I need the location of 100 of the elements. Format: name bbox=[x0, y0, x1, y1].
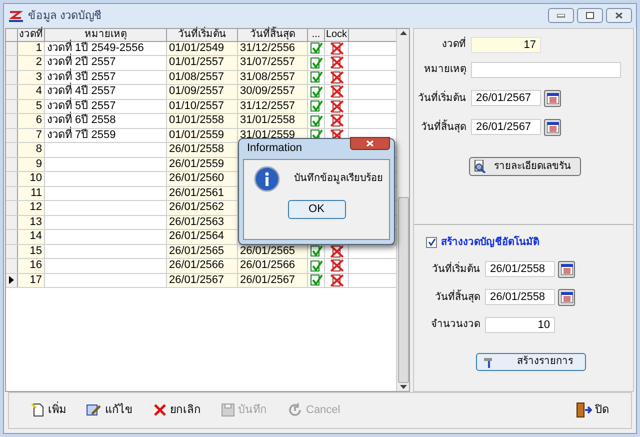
field-label: จำนวนงวด bbox=[430, 318, 480, 332]
table-cell: 17 bbox=[18, 274, 45, 288]
table-cell: 26/01/2565 bbox=[167, 244, 238, 258]
table-cell: 3 bbox=[18, 70, 45, 84]
table-cell: 26/01/2564 bbox=[167, 230, 238, 244]
table-cell: 26/01/2559 bbox=[167, 158, 238, 172]
number-field[interactable]: 17 bbox=[471, 36, 541, 53]
edit-icon bbox=[86, 403, 102, 418]
table-cell: 11 bbox=[18, 186, 45, 200]
toolbar-button[interactable]: แก้ไข bbox=[86, 402, 133, 419]
column-header[interactable]: วันที่สิ้นสุด bbox=[238, 28, 308, 41]
vertical-scrollbar[interactable] bbox=[396, 28, 409, 391]
table-cell: 5 bbox=[18, 100, 45, 114]
cross-icon bbox=[330, 259, 344, 272]
run-number-detail-button[interactable]: รายละเอียดเลขรัน bbox=[469, 156, 581, 176]
table-cell: งวดที่ 3ปี 2557 bbox=[47, 70, 116, 83]
app-logo-icon bbox=[8, 8, 24, 23]
table-cell: 1 bbox=[18, 42, 45, 56]
date-field[interactable]: 26/01/2558 bbox=[485, 261, 555, 278]
table-cell: 26/01/2560 bbox=[167, 172, 238, 186]
count-field[interactable]: 10 bbox=[485, 316, 555, 333]
field-label: หมายเหตุ bbox=[423, 63, 466, 78]
exit-door-icon bbox=[576, 402, 592, 418]
table-cell: 14 bbox=[18, 230, 45, 244]
scroll-thumb[interactable] bbox=[398, 196, 408, 383]
date-field[interactable]: 26/01/2558 bbox=[485, 289, 555, 306]
cross-icon bbox=[330, 114, 344, 128]
calendar-button[interactable] bbox=[558, 288, 575, 306]
column-header[interactable]: Lock bbox=[325, 28, 349, 41]
note-field[interactable] bbox=[471, 62, 621, 78]
checkbox-label[interactable]: สร้างงวดบัญชีอัตโนมัติ bbox=[441, 234, 539, 250]
table-cell: 26/01/2567 bbox=[167, 274, 238, 288]
cross-icon bbox=[330, 42, 344, 55]
scroll-up-icon bbox=[400, 30, 406, 35]
checkbox[interactable] bbox=[426, 236, 437, 248]
minimize-button[interactable] bbox=[548, 8, 574, 24]
close-icon bbox=[366, 140, 374, 148]
calendar-button[interactable] bbox=[544, 90, 561, 107]
table-cell: 01/01/2557 bbox=[167, 56, 238, 70]
cross-icon bbox=[330, 244, 344, 258]
table-cell: งวดที่ 6ปี 2558 bbox=[47, 114, 116, 126]
table-cell: 8 bbox=[18, 143, 45, 157]
toolbar-button[interactable]: เพิ่ม bbox=[31, 402, 66, 419]
date-field[interactable]: 26/01/2567 bbox=[471, 90, 541, 106]
table-cell: 31/08/2557 bbox=[240, 70, 296, 83]
table-cell: 01/01/2559 bbox=[167, 128, 238, 142]
current-row-icon bbox=[9, 276, 14, 284]
table-cell: 15 bbox=[18, 244, 45, 258]
ok-button[interactable]: OK bbox=[288, 200, 346, 219]
close-button[interactable] bbox=[606, 8, 632, 24]
table-cell: 26/01/2566 bbox=[240, 259, 296, 272]
table-cell: 01/01/2549 bbox=[167, 42, 238, 56]
create-items-button[interactable]: สร้างรายการ bbox=[476, 352, 586, 371]
date-field[interactable]: 26/01/2567 bbox=[471, 119, 541, 136]
column-header[interactable]: หมายเหตุ bbox=[45, 28, 167, 41]
cross-icon bbox=[330, 100, 344, 113]
table-cell: 31/07/2557 bbox=[240, 56, 296, 68]
field-label: วันที่เริ่มต้น bbox=[417, 90, 466, 106]
dialog-message: บันทึกข้อมูลเรียบร้อย bbox=[294, 172, 383, 186]
toolbar-button[interactable]: ปิด bbox=[576, 402, 609, 419]
table-cell: 31/01/2559 bbox=[240, 128, 296, 141]
column-header[interactable]: งวดที่ bbox=[18, 28, 45, 41]
check-icon bbox=[310, 260, 322, 272]
cross-icon bbox=[330, 274, 344, 287]
field-label: งวดที่ bbox=[414, 37, 466, 52]
calendar-button[interactable] bbox=[558, 260, 575, 278]
check-icon bbox=[310, 86, 322, 98]
table-cell: 01/01/2558 bbox=[167, 114, 238, 128]
table-cell: 9 bbox=[18, 158, 45, 172]
table-cell: 26/01/2561 bbox=[167, 186, 238, 200]
magnifier-document-icon bbox=[474, 160, 486, 173]
row-header[interactable] bbox=[6, 274, 18, 288]
maximize-button[interactable] bbox=[577, 8, 603, 24]
table-cell: 26/01/2567 bbox=[240, 274, 296, 286]
check-icon bbox=[310, 114, 322, 127]
check-icon bbox=[310, 245, 322, 258]
table-cell: 26/01/2565 bbox=[240, 244, 296, 257]
table-cell: 10 bbox=[18, 172, 45, 186]
column-header[interactable]: ... bbox=[308, 28, 325, 41]
table-cell: 26/01/2562 bbox=[167, 201, 238, 215]
cross-icon bbox=[330, 70, 344, 84]
calendar-button[interactable] bbox=[544, 118, 561, 136]
table-cell: งวดที่ 4ปี 2557 bbox=[47, 85, 116, 98]
undo-icon bbox=[287, 402, 303, 418]
table-cell: 13 bbox=[18, 216, 45, 230]
field-label: วันที่สิ้นสุด bbox=[434, 290, 480, 305]
dialog-title: Information bbox=[247, 141, 302, 156]
table-cell: 31/12/2556 bbox=[240, 42, 296, 54]
field-label: วันที่สิ้นสุด bbox=[420, 120, 466, 135]
hammer-icon bbox=[483, 356, 495, 368]
info-icon bbox=[254, 166, 280, 192]
toolbar-button[interactable]: ยกเลิก bbox=[153, 402, 201, 419]
table-cell: 6 bbox=[18, 114, 45, 128]
check-icon bbox=[310, 100, 322, 112]
table-cell: 31/01/2558 bbox=[240, 114, 296, 126]
table-cell: 26/01/2558 bbox=[167, 143, 238, 157]
table-cell: 31/12/2557 bbox=[240, 100, 296, 112]
dialog-close-button[interactable] bbox=[350, 137, 390, 150]
calendar-icon bbox=[560, 264, 572, 275]
column-header[interactable]: วันที่เริ่มต้น bbox=[167, 28, 238, 41]
